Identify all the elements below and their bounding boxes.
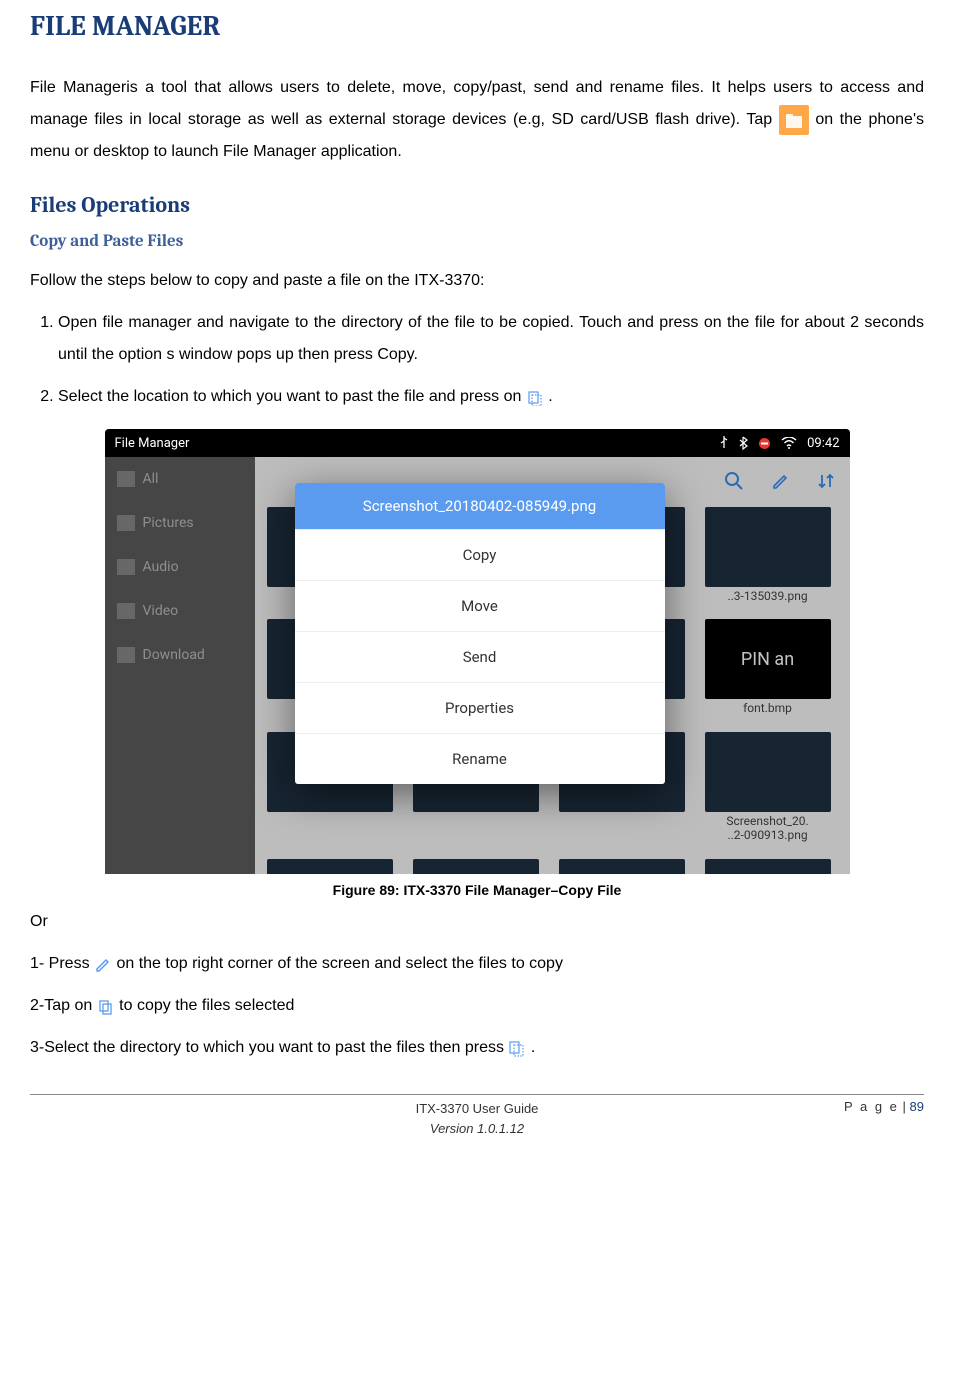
footer-sep: | (899, 1099, 910, 1114)
status-bar: File Manager 09:42 (105, 429, 850, 457)
steps-list: Open file manager and navigate to the di… (30, 307, 924, 413)
heading-copy-paste: Copy and Paste Files (30, 232, 924, 251)
paste-icon (526, 389, 544, 405)
menu-item-move[interactable]: Move (295, 580, 665, 631)
alt-step-3: 3-Select the directory to which you want… (30, 1032, 924, 1064)
step-1: Open file manager and navigate to the di… (58, 307, 924, 371)
alt3-a: 3-Select the directory to which you want… (30, 1039, 508, 1056)
heading-file-manager: FILE MANAGER (30, 10, 924, 42)
intro-paragraph: File Manageris a tool that allows users … (30, 72, 924, 168)
heading-files-operations: Files Operations (30, 192, 924, 218)
alt2-a: 2-Tap on (30, 997, 97, 1014)
alt1-b: on the top right corner of the screen an… (116, 955, 562, 972)
footer-page-number: 89 (910, 1099, 924, 1114)
screenshot-figure: File Manager 09:42 (105, 429, 850, 874)
alt-step-2: 2-Tap on to copy the files selected (30, 990, 924, 1022)
menu-item-copy[interactable]: Copy (295, 529, 665, 580)
copy-icon (97, 998, 115, 1014)
alt1-a: 1- Press (30, 955, 94, 972)
dnd-icon (758, 436, 771, 451)
figure-wrap: File Manager 09:42 (30, 429, 924, 898)
footer-guide-title: ITX-3370 User Guide (150, 1099, 804, 1119)
alt3-b: . (531, 1039, 535, 1056)
pencil-edit-icon (94, 956, 112, 972)
footer-rule (30, 1094, 924, 1095)
or-text: Or (30, 906, 924, 938)
page-footer: ITX-3370 User Guide Version 1.0.1.12 P a… (30, 1099, 924, 1144)
follow-steps-text: Follow the steps below to copy and paste… (30, 265, 924, 297)
menu-item-rename[interactable]: Rename (295, 733, 665, 784)
clock-time: 09:42 (807, 436, 839, 451)
step-2: Select the location to which you want to… (58, 381, 924, 413)
wifi-icon (781, 436, 797, 451)
modal-title: Screenshot_20180402-085949.png (295, 483, 665, 529)
paste-dashed-icon (508, 1040, 526, 1056)
footer-page-label: P a g e (844, 1099, 899, 1114)
alt-step-1: 1- Press on the top right corner of the … (30, 948, 924, 980)
footer-version: Version 1.0.1.12 (150, 1119, 804, 1139)
context-menu: Screenshot_20180402-085949.png Copy Move… (295, 483, 665, 784)
alt2-b: to copy the files selected (119, 997, 294, 1014)
step-2-text-a: Select the location to which you want to… (58, 388, 526, 405)
figure-caption: Figure 89: ITX-3370 File Manager–Copy Fi… (30, 882, 924, 898)
usb-icon (719, 436, 729, 451)
menu-item-properties[interactable]: Properties (295, 682, 665, 733)
bluetooth-icon (739, 436, 748, 451)
menu-item-send[interactable]: Send (295, 631, 665, 682)
app-title: File Manager (115, 436, 190, 451)
step-2-text-b: . (548, 388, 552, 405)
file-manager-app-icon (779, 105, 809, 135)
